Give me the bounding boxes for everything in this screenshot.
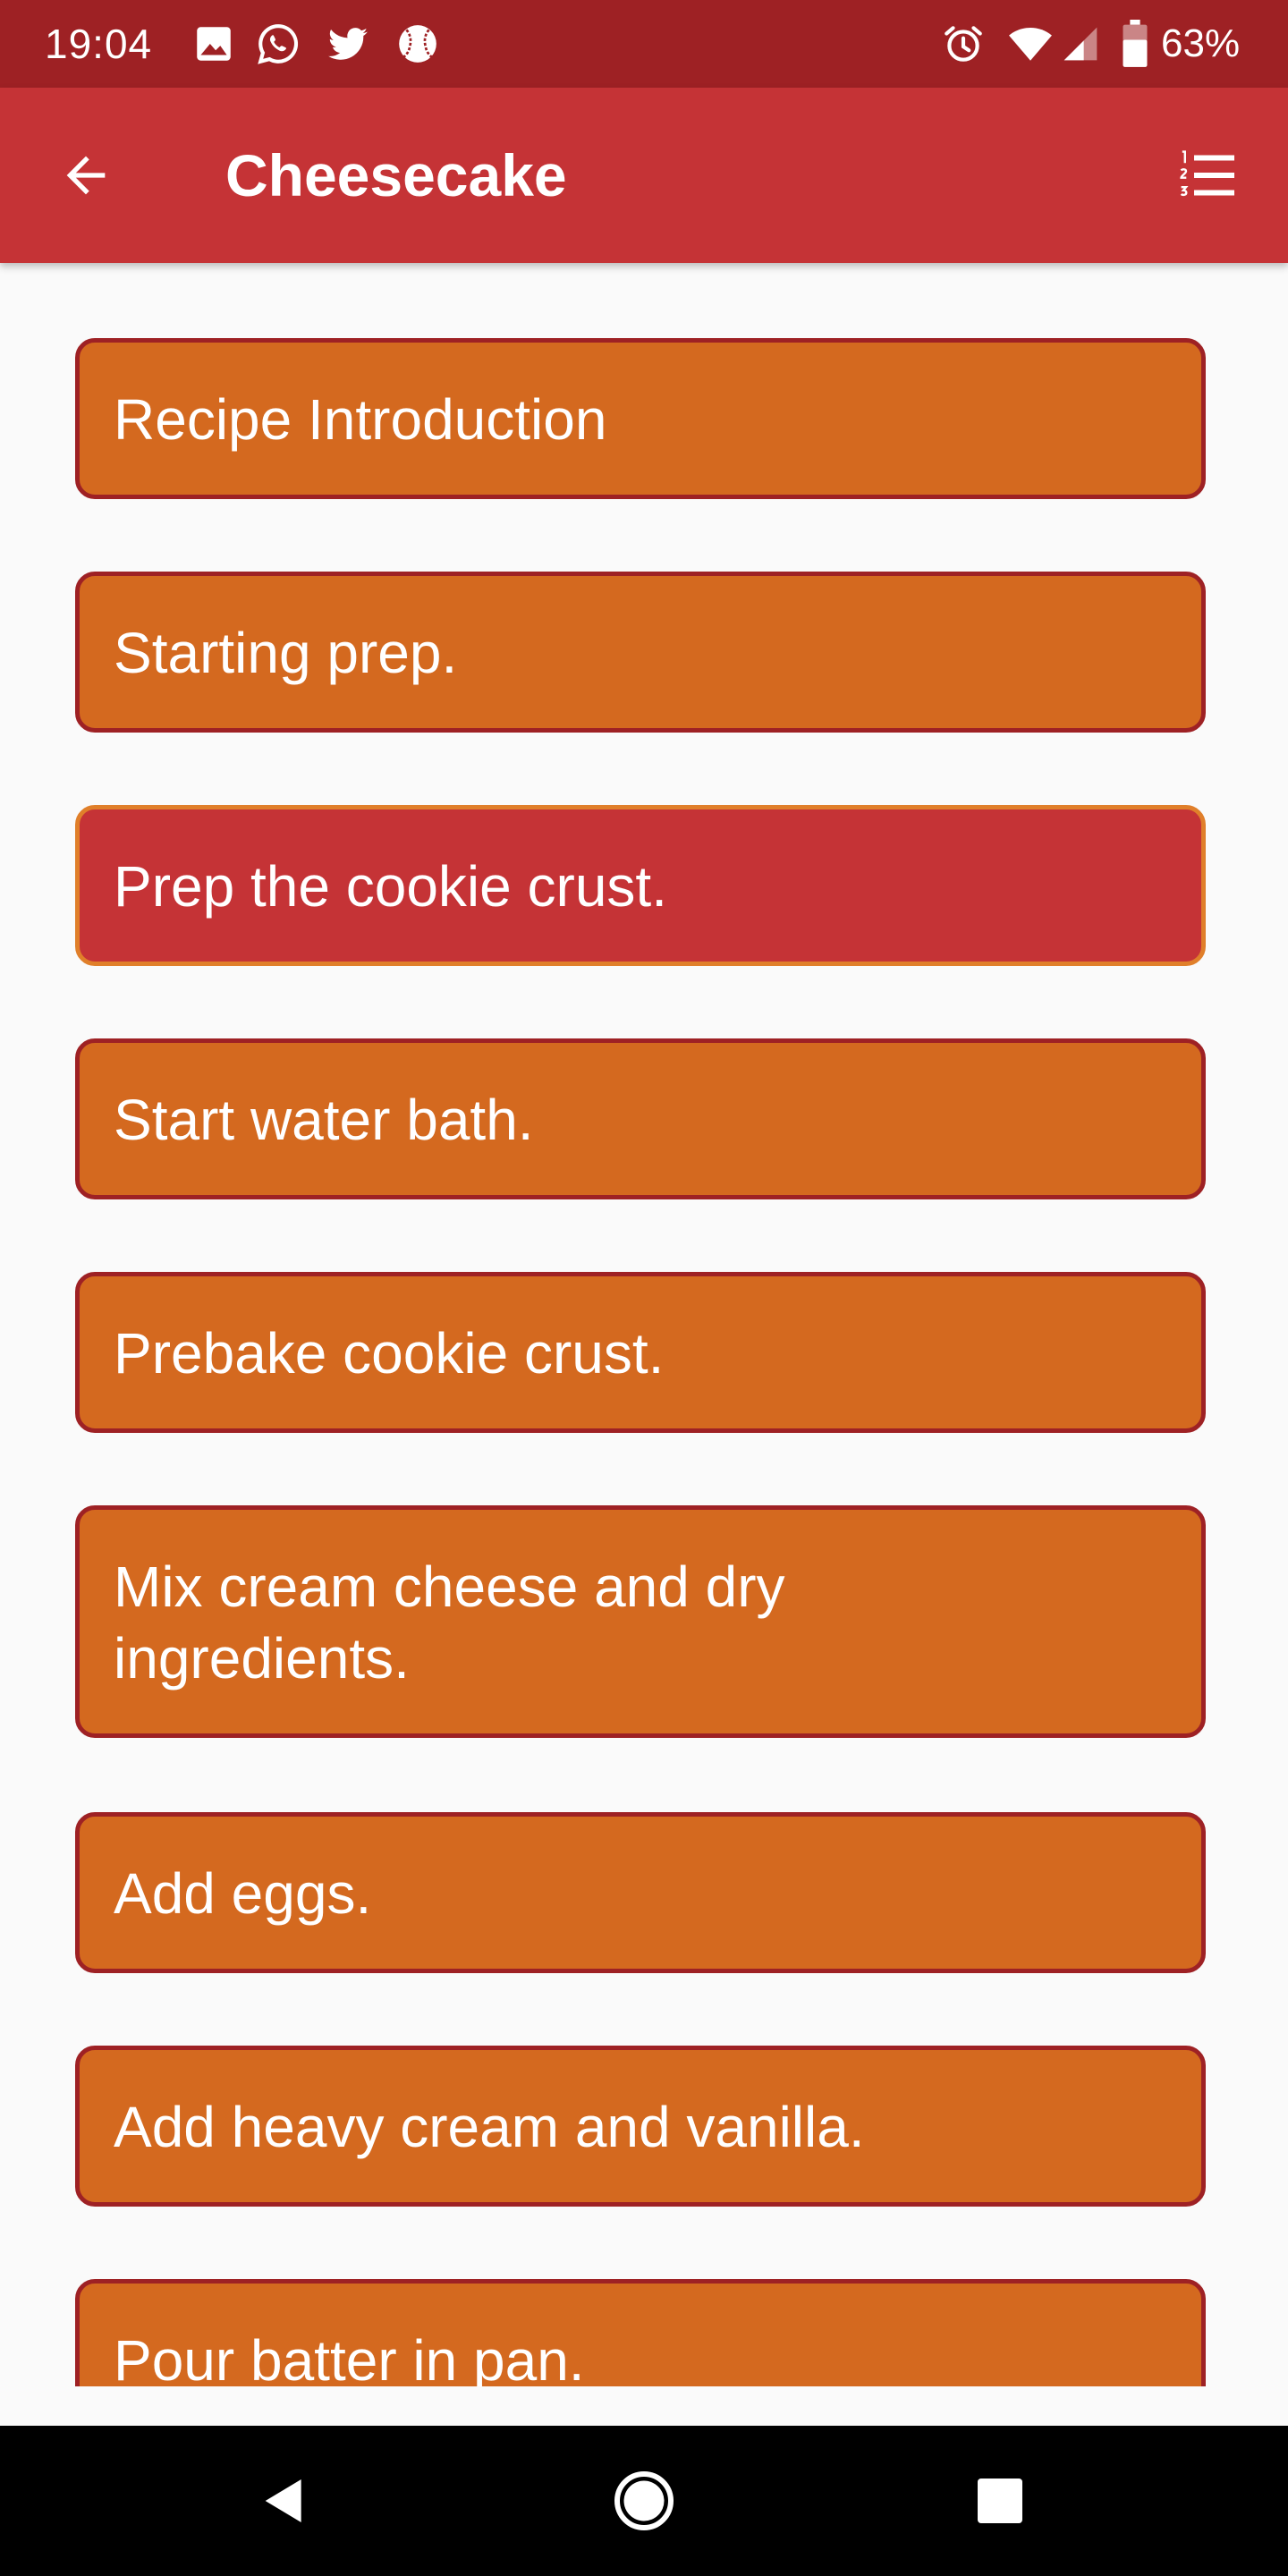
step-list[interactable]: Recipe Introduction Starting prep. Prep … [0,263,1288,2386]
whatsapp-icon [258,24,299,64]
wifi-icon [1009,28,1052,61]
step-label: Prebake cookie crust. [114,1321,665,1385]
battery-icon [1123,20,1148,67]
step-label: Start water bath. [114,1088,534,1152]
step-item[interactable]: Add eggs. [75,1812,1206,1973]
recents-square-icon [978,2479,1022,2523]
numbered-list-icon [1180,150,1234,197]
step-label: Pour batter in pan. [114,2328,585,2386]
step-label: Add eggs. [114,1861,372,1926]
back-button[interactable] [43,132,129,218]
app-bar: Cheesecake [0,88,1288,263]
step-item[interactable]: Prebake cookie crust. [75,1272,1206,1433]
home-circle-icon [614,2471,674,2530]
step-label: Recipe Introduction [114,387,607,452]
status-time: 19:04 [45,21,153,67]
image-icon [197,27,231,61]
alarm-icon [945,26,982,62]
step-item[interactable]: Start water bath. [75,1038,1206,1199]
nav-home-button[interactable] [599,2456,689,2546]
signal-icon [1063,27,1097,61]
nav-back-button[interactable] [240,2456,329,2546]
navigation-bar [0,2426,1288,2576]
step-label: Add heavy cream and vanilla. [114,2095,865,2159]
step-item[interactable]: Pour batter in pan. [75,2279,1206,2386]
back-triangle-icon [265,2479,301,2522]
battery-percentage: 63% [1161,21,1241,65]
page-title: Cheesecake [225,142,567,208]
status-bar: 19:04 63% [0,0,1288,88]
step-item[interactable]: Add heavy cream and vanilla. [75,2046,1206,2207]
baseball-icon [399,25,436,63]
nav-recents-button[interactable] [955,2456,1045,2546]
step-label: Starting prep. [114,621,458,685]
step-item[interactable]: Recipe Introduction [75,338,1206,499]
step-item-active[interactable]: Prep the cookie crust. [75,805,1206,966]
step-item[interactable]: Starting prep. [75,572,1206,733]
step-label: Mix cream cheese and dry ingredients. [114,1555,785,1690]
step-list-button[interactable] [1165,132,1250,218]
twitter-icon [328,28,368,60]
screen: 19:04 63% Cheesecake Recipe Introduction… [0,0,1288,2576]
arrow-back-icon [66,156,106,195]
step-item[interactable]: Mix cream cheese and dry ingredients. [75,1505,1206,1738]
step-label: Prep the cookie crust. [114,854,667,919]
